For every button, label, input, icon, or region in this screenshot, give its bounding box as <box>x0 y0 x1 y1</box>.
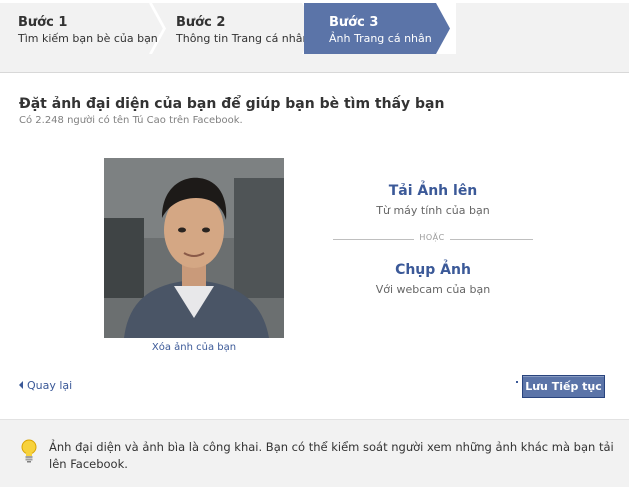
or-label: HOẶC <box>414 233 450 242</box>
back-label: Quay lại <box>27 379 73 392</box>
info-text: Ảnh đại diện và ảnh bìa là công khai. Bạ… <box>49 440 614 471</box>
page-subtitle: Có 2.248 người có tên Tú Cao trên Facebo… <box>19 115 243 126</box>
back-arrow-icon <box>19 381 23 389</box>
back-link[interactable]: Quay lại <box>19 379 72 392</box>
separator-dot <box>516 381 518 383</box>
lightbulb-icon <box>21 439 37 463</box>
steps-divider <box>0 54 629 73</box>
wizard-steps: Bước 1 Tìm kiếm bạn bè của bạn Bước 2 Th… <box>0 0 629 54</box>
upload-photo-description: Từ máy tính của bạn <box>376 204 490 217</box>
take-photo-link[interactable]: Chụp Ảnh <box>333 262 533 278</box>
upload-photo-link[interactable]: Tải Ảnh lên <box>333 183 533 199</box>
step-3[interactable]: Bước 3 Ảnh Trang cá nhân <box>304 3 452 54</box>
info-footer: Ảnh đại diện và ảnh bìa là công khai. Bạ… <box>0 419 629 487</box>
main-panel: Đặt ảnh đại diện của bạn để giúp bạn bè … <box>0 74 629 419</box>
take-photo-description: Với webcam của bạn <box>375 283 491 296</box>
save-continue-button[interactable]: Lưu Tiếp tục <box>522 375 605 398</box>
step-1[interactable]: Bước 1 Tìm kiếm bạn bè của bạn <box>0 3 166 54</box>
profile-photo <box>104 158 284 338</box>
step-1-label: Tìm kiếm bạn bè của bạn <box>18 32 158 45</box>
remove-photo-link[interactable]: Xóa ảnh của bạn <box>104 342 284 353</box>
page-title: Đặt ảnh đại diện của bạn để giúp bạn bè … <box>19 96 445 112</box>
step-2-label: Thông tin Trang cá nhân <box>176 32 310 45</box>
step-2-number: Bước 2 <box>176 15 226 30</box>
step-3-number: Bước 3 <box>329 15 379 30</box>
step-1-number: Bước 1 <box>18 15 68 30</box>
step-2[interactable]: Bước 2 Thông tin Trang cá nhân <box>152 3 318 54</box>
step-3-label: Ảnh Trang cá nhân <box>329 32 432 45</box>
steps-filler <box>456 3 629 54</box>
